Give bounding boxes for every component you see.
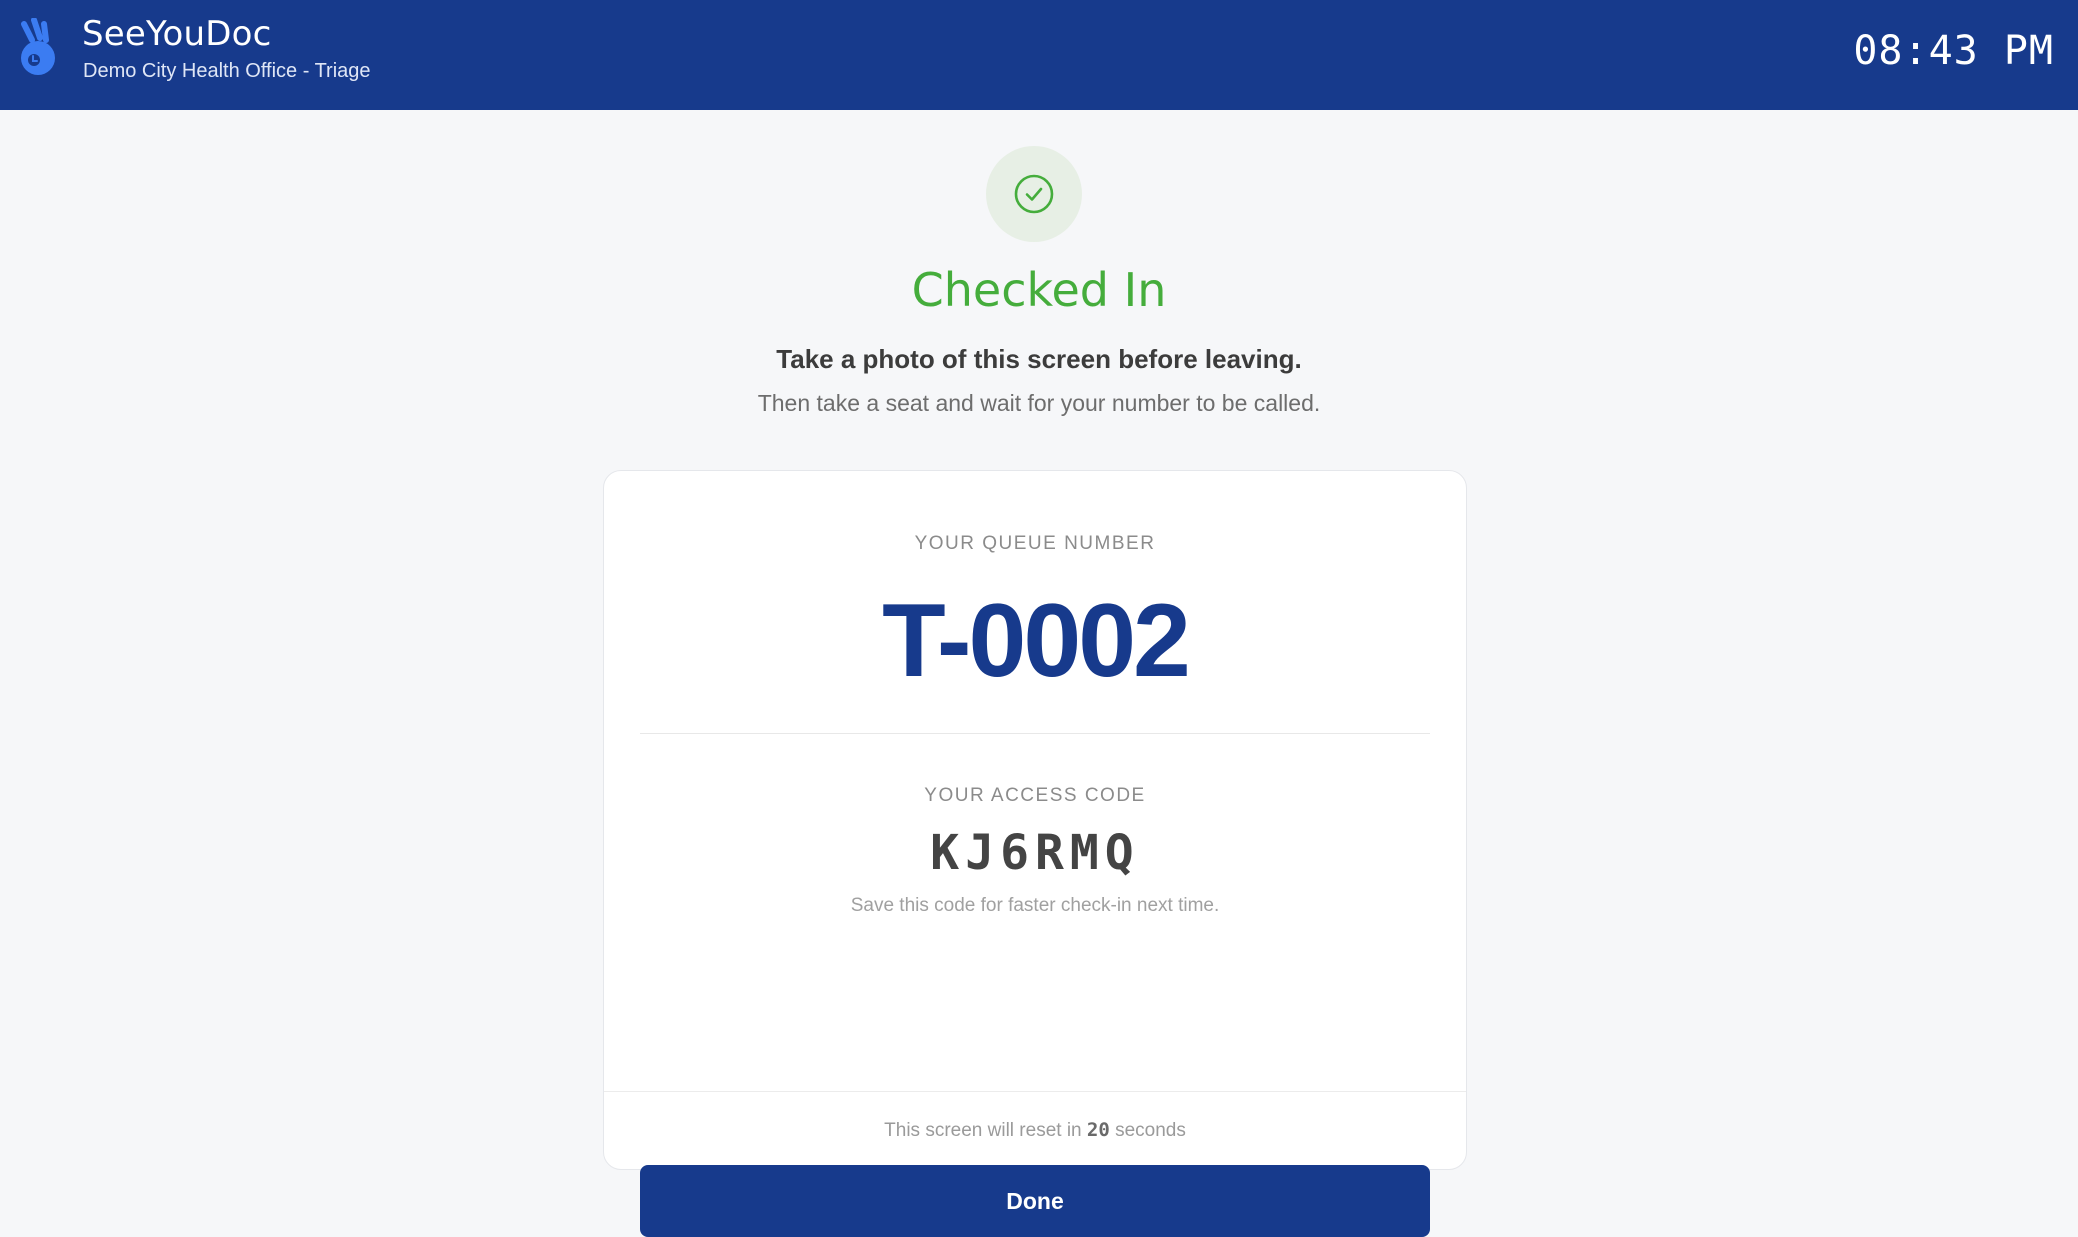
access-code-note: Save this code for faster check-in next … (850, 895, 1220, 916)
reset-seconds: 20 (1086, 1119, 1110, 1141)
done-button[interactable]: Done (640, 1165, 1430, 1237)
reset-suffix: seconds (1115, 1120, 1186, 1141)
office-subtitle: Demo City Health Office - Triage (83, 60, 371, 82)
primary-instruction: Take a photo of this screen before leavi… (776, 344, 1302, 374)
queue-number-label: YOUR QUEUE NUMBER (914, 533, 1156, 554)
queue-number: T-0002 (882, 583, 1191, 699)
top-bar: SeeYouDoc Demo City Health Office - Tria… (0, 0, 2078, 110)
reset-countdown: This screen will reset in 20 seconds (604, 1119, 1466, 1142)
ticket-card: YOUR QUEUE NUMBER T-0002 YOUR ACCESS COD… (603, 470, 1467, 1237)
hand-logo-icon (14, 17, 62, 82)
card-divider (640, 733, 1430, 734)
access-code-label: YOUR ACCESS CODE (924, 785, 1146, 806)
secondary-instruction: Then take a seat and wait for your numbe… (757, 390, 1321, 416)
reset-prefix: This screen will reset in (884, 1120, 1082, 1141)
check-circle-icon (986, 146, 1082, 242)
access-code: KJ6RMQ (930, 825, 1140, 881)
footer-divider (604, 1091, 1466, 1092)
app-name: SeeYouDoc (82, 14, 272, 54)
main-content: Checked In Take a photo of this screen b… (0, 110, 2078, 1237)
clock: 08:43 PM (1853, 28, 2054, 74)
status-title: Checked In (911, 263, 1167, 317)
